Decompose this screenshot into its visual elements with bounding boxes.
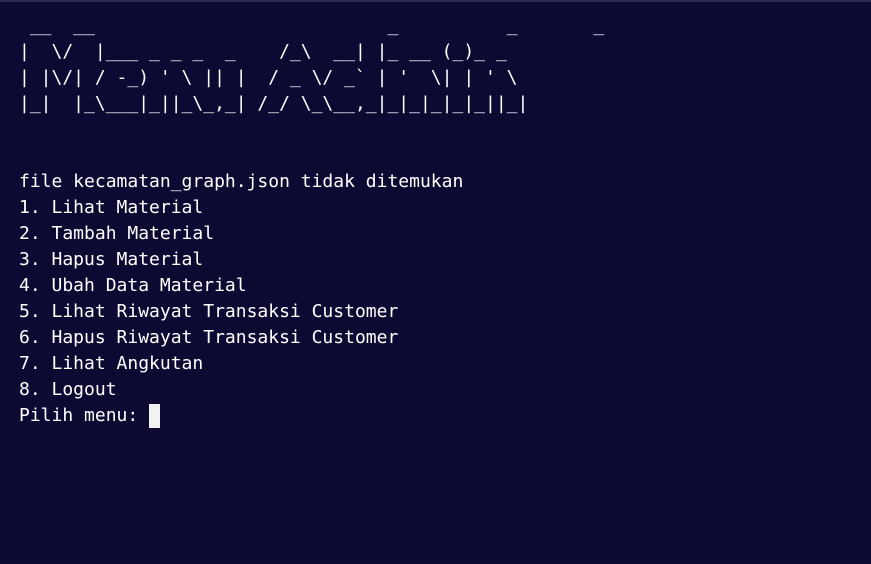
menu-item-hapus-material: 3. Hapus Material: [19, 249, 204, 270]
status-message: file kecamatan_graph.json tidak ditemuka…: [19, 171, 464, 192]
window-top-border: [0, 0, 871, 2]
prompt-label: Pilih menu:: [19, 405, 139, 426]
menu-item-ubah-data-material: 4. Ubah Data Material: [19, 275, 247, 296]
menu-item-hapus-riwayat-transaksi: 6. Hapus Riwayat Transaksi Customer: [19, 327, 399, 348]
menu-item-lihat-angkutan: 7. Lihat Angkutan: [19, 353, 204, 374]
blank-lines: [19, 117, 861, 169]
terminal-output: __ __ _ _ _ | \/ |___ _ _ _ _ /_\ __| |_…: [19, 13, 861, 429]
text-cursor[interactable]: [149, 404, 161, 428]
menu-item-tambah-material: 2. Tambah Material: [19, 223, 215, 244]
ascii-banner: __ __ _ _ _ | \/ |___ _ _ _ _ /_\ __| |_…: [19, 15, 605, 114]
menu-prompt[interactable]: Pilih menu:: [19, 403, 861, 429]
menu-item-logout: 8. Logout: [19, 379, 117, 400]
menu-item-lihat-riwayat-transaksi: 5. Lihat Riwayat Transaksi Customer: [19, 301, 399, 322]
menu-item-lihat-material: 1. Lihat Material: [19, 197, 204, 218]
